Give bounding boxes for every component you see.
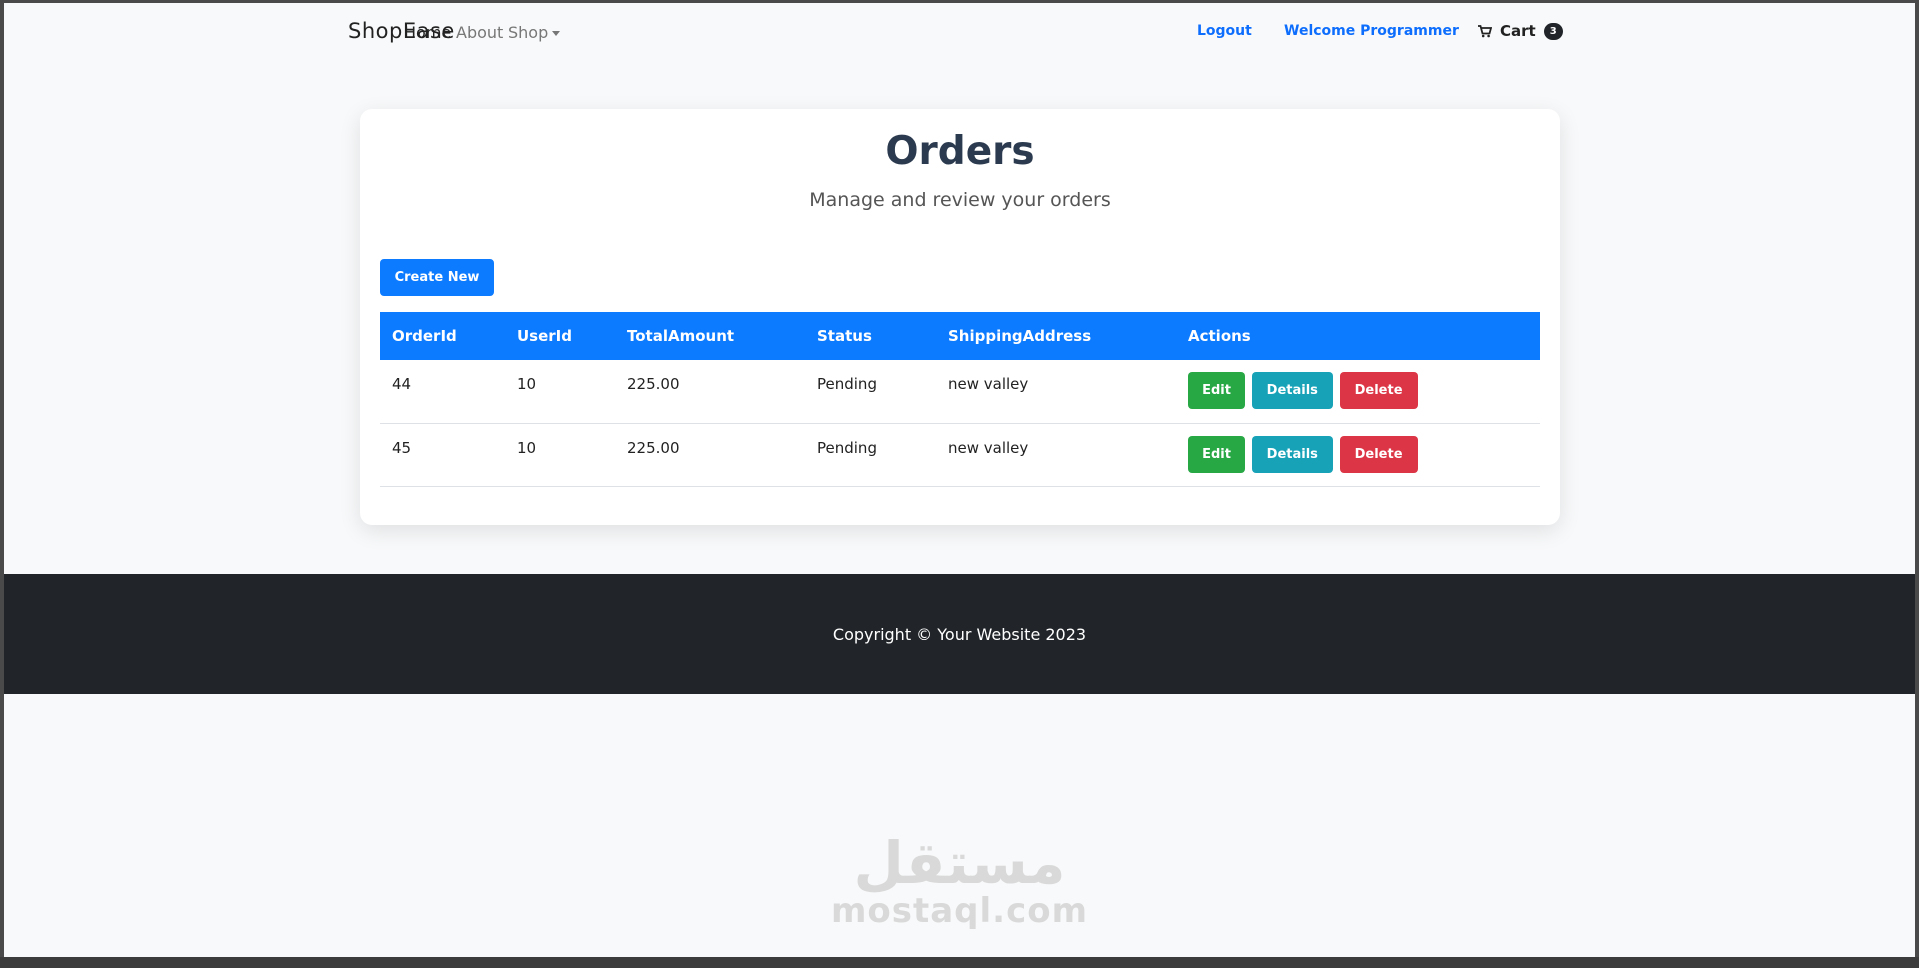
caret-down-icon	[552, 31, 561, 36]
cell-total-amount: 225.00	[615, 423, 805, 487]
table-row: 45 10 225.00 Pending new valley Edit Det…	[380, 423, 1540, 487]
cell-user-id: 10	[505, 360, 615, 424]
edit-button[interactable]: Edit	[1188, 435, 1245, 473]
cart-label: Cart	[1500, 22, 1536, 40]
cart-icon	[1478, 24, 1492, 37]
watermark-logo: مستقل mostaql.com	[4, 833, 1915, 929]
table-row: 44 10 225.00 Pending new valley Edit Det…	[380, 360, 1540, 424]
delete-button[interactable]: Delete	[1339, 435, 1418, 473]
watermark-arabic-text: مستقل	[853, 829, 1066, 897]
column-header-actions: Actions	[1176, 312, 1540, 360]
cell-actions: Edit Details Delete	[1176, 423, 1540, 487]
cell-status: Pending	[805, 360, 936, 424]
nav-link-about[interactable]: About	[456, 23, 503, 42]
cell-shipping-address: new valley	[936, 423, 1176, 487]
welcome-link[interactable]: Welcome Programmer	[1284, 23, 1459, 39]
edit-button[interactable]: Edit	[1188, 372, 1245, 409]
cell-shipping-address: new valley	[936, 360, 1176, 424]
column-header-status: Status	[805, 312, 936, 360]
details-button[interactable]: Details	[1251, 435, 1333, 473]
cell-user-id: 10	[505, 423, 615, 487]
column-header-orderid: OrderId	[380, 312, 505, 360]
column-header-shippingaddress: ShippingAddress	[936, 312, 1176, 360]
cell-actions: Edit Details Delete	[1176, 360, 1540, 424]
watermark-latin-text: mostaql.com	[830, 891, 1089, 931]
page-subtitle: Manage and review your orders	[809, 189, 1111, 211]
cell-order-id: 45	[380, 423, 505, 487]
orders-card: Orders Manage and review your orders Cre…	[360, 109, 1560, 525]
window-bottom-bar	[0, 957, 1919, 968]
cell-status: Pending	[805, 423, 936, 487]
create-new-button[interactable]: Create New	[380, 259, 494, 296]
logout-link[interactable]: Logout	[1197, 23, 1252, 39]
cell-order-id: 44	[380, 360, 505, 424]
orders-table: OrderId UserId TotalAmount Status Shippi…	[380, 312, 1540, 487]
table-header-row: OrderId UserId TotalAmount Status Shippi…	[380, 312, 1540, 360]
delete-button[interactable]: Delete	[1339, 372, 1418, 409]
cart-button[interactable]: Cart 3	[1478, 22, 1563, 40]
footer-copyright: Copyright © Your Website 2023	[832, 625, 1087, 644]
top-navbar: ShopEase Home About Shop Logout Welcome …	[4, 3, 1915, 63]
page-footer: Copyright © Your Website 2023	[4, 574, 1915, 694]
nav-link-home[interactable]: Home	[404, 23, 451, 42]
cell-total-amount: 225.00	[615, 360, 805, 424]
cart-count-badge: 3	[1543, 22, 1563, 40]
page-title: Orders	[885, 129, 1035, 174]
details-button[interactable]: Details	[1251, 372, 1333, 409]
column-header-userid: UserId	[505, 312, 615, 360]
column-header-totalamount: TotalAmount	[615, 312, 805, 360]
nav-link-shop-label: Shop	[508, 23, 549, 42]
nav-dropdown-shop[interactable]: Shop	[508, 23, 561, 42]
browser-viewport: ShopEase Home About Shop Logout Welcome …	[4, 3, 1915, 957]
